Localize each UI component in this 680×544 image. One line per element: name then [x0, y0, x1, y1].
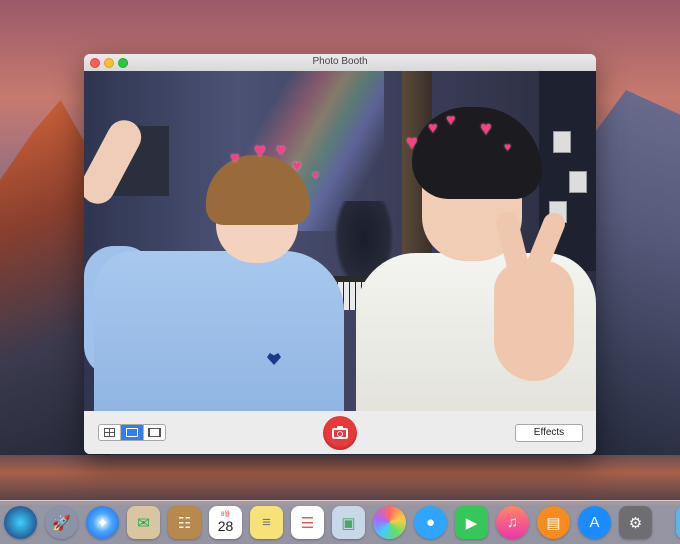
preview-icon[interactable]: ▣	[332, 506, 365, 539]
single-view-button[interactable]	[121, 425, 144, 440]
siri-icon[interactable]	[4, 506, 37, 539]
view-mode-selector[interactable]	[98, 424, 166, 441]
camera-icon	[332, 425, 348, 439]
grid-icon	[104, 428, 116, 437]
heart-effect: ♥	[292, 158, 302, 175]
ibooks-icon[interactable]: ▤	[537, 506, 570, 539]
heart-effect: ♥	[406, 132, 418, 154]
polaroid-photo	[569, 171, 587, 193]
mail-icon[interactable]: ✉	[127, 506, 160, 539]
reminders-icon[interactable]: ☰	[291, 506, 324, 539]
heart-effect: ♥	[276, 142, 286, 159]
photos-icon[interactable]	[373, 506, 406, 539]
peace-sign-hand	[494, 261, 574, 381]
itunes-icon[interactable]: ♫	[496, 506, 529, 539]
downloads-folder-icon[interactable]: ▭	[676, 506, 680, 539]
app-store-icon[interactable]: A	[578, 506, 611, 539]
single-frame-icon	[125, 428, 138, 437]
desktop-mountain-right	[590, 90, 680, 500]
heart-effect: ♥	[312, 168, 320, 182]
calendar-icon[interactable]: 8월 28	[209, 506, 242, 539]
calendar-day: 28	[217, 517, 234, 534]
messages-icon[interactable]: ●	[414, 506, 447, 539]
polaroid-photo	[553, 131, 571, 153]
photo-booth-window: Photo Booth ♥ ♥ ♥ ♥ ♥ ♥ ♥ ♥ ♥ ♥ Effects	[84, 54, 596, 454]
heart-effect: ♥	[446, 112, 456, 129]
filmstrip-icon	[147, 428, 161, 437]
contacts-icon[interactable]: ☷	[168, 506, 201, 539]
launchpad-icon[interactable]: 🚀	[45, 506, 78, 539]
heart-effect: ♥	[504, 140, 512, 154]
filmstrip-view-button[interactable]	[144, 425, 165, 440]
heart-effect: ♥	[230, 150, 240, 167]
heart-effect: ♥	[428, 120, 438, 137]
bottom-toolbar: Effects	[84, 411, 596, 454]
person-left-shirt	[94, 251, 344, 411]
notes-icon[interactable]: ≡	[250, 506, 283, 539]
take-photo-button[interactable]	[323, 416, 357, 450]
heart-effect: ♥	[254, 140, 266, 162]
dock: 🚀 ✦ ✉ ☷ 8월 28 ≡ ☰ ▣ ● ▶ ♫ ▤ A ⚙ ▭	[0, 500, 680, 544]
title-bar[interactable]: Photo Booth	[84, 54, 596, 72]
system-preferences-icon[interactable]: ⚙	[619, 506, 652, 539]
facetime-icon[interactable]: ▶	[455, 506, 488, 539]
desktop-mountain-bottom	[0, 455, 680, 505]
camera-preview: ♥ ♥ ♥ ♥ ♥ ♥ ♥ ♥ ♥ ♥	[84, 71, 596, 411]
grid-view-button[interactable]	[99, 425, 122, 440]
window-title: Photo Booth	[312, 56, 368, 67]
effects-button[interactable]: Effects	[515, 424, 583, 442]
heart-effect: ♥	[480, 118, 492, 140]
safari-icon[interactable]: ✦	[86, 506, 119, 539]
